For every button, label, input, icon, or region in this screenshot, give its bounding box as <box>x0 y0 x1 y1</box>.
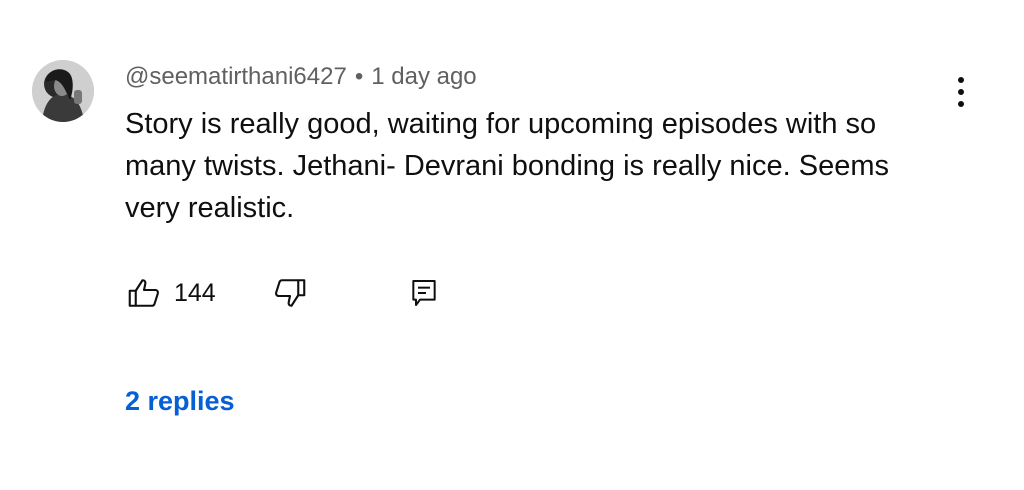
thumbs-down-icon <box>275 279 306 307</box>
view-replies-link[interactable]: 2 replies <box>125 383 235 419</box>
thumbs-up-icon <box>128 279 159 307</box>
like-button[interactable]: 144 <box>126 273 216 313</box>
meta-separator: • <box>354 63 364 90</box>
dislike-button[interactable] <box>272 273 308 313</box>
more-vert-icon <box>958 77 964 83</box>
comment-text: Story is really good, waiting for upcomi… <box>125 108 889 224</box>
avatar-image <box>32 60 94 122</box>
comment-header: @seematirthani6427 • 1 day ago <box>125 61 477 93</box>
like-count: 144 <box>174 278 216 307</box>
comment-timestamp[interactable]: 1 day ago <box>371 63 476 90</box>
reply-button[interactable] <box>408 273 440 313</box>
avatar[interactable] <box>32 60 94 122</box>
reply-icon <box>412 280 436 306</box>
more-options-button[interactable] <box>944 72 978 112</box>
comment-thread: @seematirthani6427 • 1 day ago Story is re… <box>0 0 1024 490</box>
author-name[interactable]: @seematirthani6427 <box>125 63 347 90</box>
more-vert-icon-dot <box>958 89 964 95</box>
more-vert-icon-dot <box>958 101 964 107</box>
comment-actions: 144 <box>126 273 466 313</box>
